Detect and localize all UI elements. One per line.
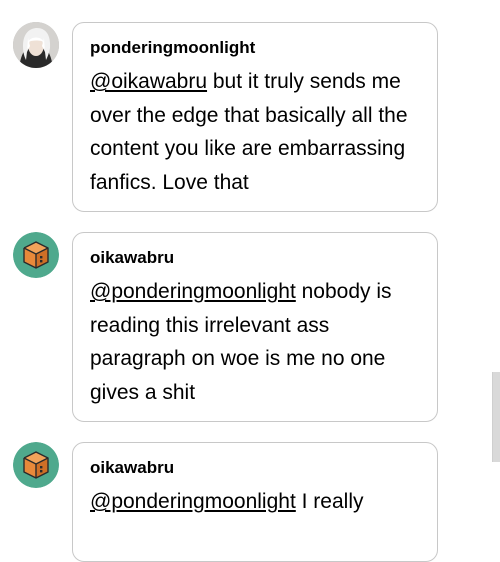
reply-bubble: oikawabru @ponderingmoonlight I really <box>72 442 438 562</box>
reply-username[interactable]: oikawabru <box>90 456 421 480</box>
reply-bubble: oikawabru @ponderingmoonlight nobody is … <box>72 232 438 422</box>
reply-username[interactable]: ponderingmoonlight <box>90 36 421 60</box>
avatar[interactable] <box>13 232 59 278</box>
white-haired-character-avatar-icon <box>13 22 59 68</box>
mention-link[interactable]: @ponderingmoonlight <box>90 490 296 513</box>
mention-link[interactable]: @oikawabru <box>90 70 207 93</box>
reply-text: @ponderingmoonlight I really <box>90 485 421 519</box>
reply-username[interactable]: oikawabru <box>90 246 421 270</box>
orange-cube-avatar-icon <box>13 232 59 278</box>
reply-body: I really <box>295 490 364 513</box>
scrollbar-thumb[interactable] <box>492 372 500 462</box>
orange-cube-avatar-icon <box>13 442 59 488</box>
reply-text: @oikawabru but it truly sends me over th… <box>90 65 421 199</box>
avatar[interactable] <box>13 22 59 68</box>
avatar[interactable] <box>13 442 59 488</box>
mention-link[interactable]: @ponderingmoonlight <box>90 280 296 303</box>
reply-text: @ponderingmoonlight nobody is reading th… <box>90 275 421 409</box>
reply-bubble: ponderingmoonlight @oikawabru but it tru… <box>72 22 438 212</box>
